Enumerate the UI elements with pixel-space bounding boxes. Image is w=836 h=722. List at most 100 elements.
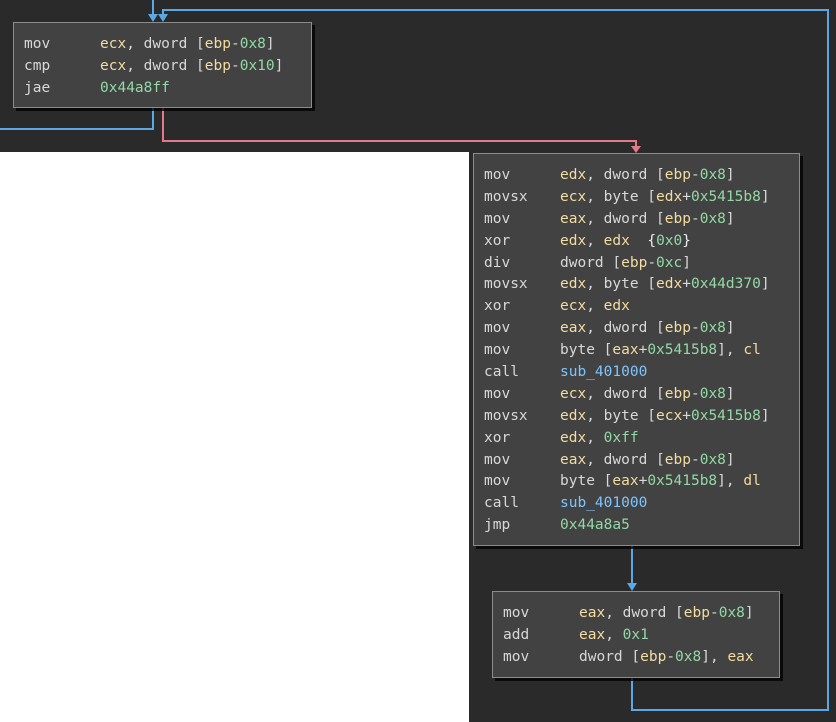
register-token: ebp xyxy=(664,167,691,183)
immediate-token: 0x5415b8 xyxy=(690,188,761,205)
operands: ecx, byte [edx+0x5415b8] xyxy=(560,187,770,209)
operand-text: , dword [ xyxy=(126,57,205,74)
instruction-line[interactable]: mov byte [eax+0x5415b8], cl xyxy=(484,340,789,362)
register-token: ecx xyxy=(560,188,587,205)
register-token: eax xyxy=(612,473,639,490)
immediate-token: 0x8 xyxy=(718,605,745,621)
operands: ecx, dword [ebp-0x8] xyxy=(100,34,275,56)
immediate-token: 0x8 xyxy=(675,648,702,665)
register-token: ebp xyxy=(640,648,667,665)
operand-text: , byte [ xyxy=(586,276,657,293)
register-token: eax xyxy=(727,648,754,665)
operand-text: - xyxy=(690,320,700,337)
instruction-line[interactable]: call sub_401000 xyxy=(484,362,789,384)
instruction-line[interactable]: mov eax, dword [ebp-0x8] xyxy=(484,318,789,340)
operand-text: ] xyxy=(265,36,275,52)
register-token: eax xyxy=(560,210,587,227)
mnemonic: mov xyxy=(484,210,511,227)
instruction-line[interactable]: mov ecx, dword [ebp-0x8] xyxy=(484,384,789,406)
operands: edx, edx {0x0} xyxy=(560,231,691,253)
instruction-line[interactable]: xor ecx, edx xyxy=(484,296,789,318)
operand-text: , dword [ xyxy=(586,210,665,227)
operand-text: ] xyxy=(725,451,735,468)
operand-text: - xyxy=(690,210,700,227)
edge-false-branch[interactable] xyxy=(0,106,154,130)
instruction-line[interactable]: mov byte [eax+0x5415b8], dl xyxy=(484,471,789,493)
instruction-line[interactable]: mov ecx, dword [ebp-0x8] xyxy=(24,34,301,56)
instruction-line[interactable]: mov eax, dword [ebp-0x8] xyxy=(503,603,769,625)
operand-text: , xyxy=(586,298,604,315)
mnemonic: xor xyxy=(484,232,511,249)
operands: dword [ebp-0x8], eax xyxy=(579,647,754,669)
operand-text: - xyxy=(647,254,657,271)
instruction-line[interactable]: div dword [ebp-0xc] xyxy=(484,253,789,275)
edge-true-branch[interactable] xyxy=(162,106,637,146)
operand-text: , dword [ xyxy=(586,451,665,468)
register-token: edx xyxy=(560,232,587,249)
instruction-line[interactable]: movsx edx, byte [ecx+0x5415b8] xyxy=(484,406,789,428)
register-token: edx xyxy=(560,429,587,446)
register-token: edx xyxy=(560,167,587,183)
instruction-line[interactable]: mov eax, dword [ebp-0x8] xyxy=(484,450,789,472)
register-token: edx xyxy=(656,188,683,205)
instruction-line[interactable]: jmp 0x44a8a5 xyxy=(484,515,789,537)
register-token: ebp xyxy=(664,210,691,227)
instruction-line[interactable]: cmp ecx, dword [ebp-0x10] xyxy=(24,56,301,78)
operands: eax, dword [ebp-0x8] xyxy=(560,209,735,231)
instruction-line[interactable]: xor edx, edx {0x0} xyxy=(484,231,789,253)
instruction-line[interactable]: mov edx, dword [ebp-0x8] xyxy=(484,165,789,187)
instruction-line[interactable]: mov eax, dword [ebp-0x8] xyxy=(484,209,789,231)
edge-incoming-arrowhead xyxy=(148,14,158,22)
operands: sub_401000 xyxy=(560,493,647,515)
immediate-token: 0xff xyxy=(603,429,639,446)
operand-text: ] xyxy=(760,276,770,293)
register-token: ebp xyxy=(664,320,691,337)
immediate-token: 0x0 xyxy=(656,232,683,249)
symbol-link[interactable]: sub_401000 xyxy=(560,364,647,380)
instruction-line[interactable]: xor edx, 0xff xyxy=(484,428,789,450)
operand-text: - xyxy=(690,451,700,468)
operand-text: , byte [ xyxy=(586,407,657,424)
instruction-line[interactable]: call sub_401000 xyxy=(484,493,789,515)
immediate-token: 0x5415b8 xyxy=(690,407,761,424)
operand-text: , dword [ xyxy=(586,385,665,402)
instruction-line[interactable]: movsx edx, byte [edx+0x44d370] xyxy=(484,274,789,296)
instruction-line[interactable]: mov dword [ebp-0x8], eax xyxy=(503,647,769,669)
operand-text: - xyxy=(709,605,719,621)
register-token: ebp xyxy=(204,36,231,52)
basic-block-loop-body[interactable]: mov edx, dword [ebp-0x8] movsx ecx, byte [e… xyxy=(473,153,800,546)
instruction-line[interactable]: movsx ecx, byte [edx+0x5415b8] xyxy=(484,187,789,209)
immediate-token: 0x10 xyxy=(239,57,275,74)
operand-text: ], xyxy=(717,342,744,359)
immediate-token: 0x44a8ff xyxy=(100,79,170,96)
basic-block-loop-increment[interactable]: mov eax, dword [ebp-0x8] add eax, 0x1 mov dwo… xyxy=(492,591,780,678)
mnemonic: cmp xyxy=(24,57,51,74)
register-token: eax xyxy=(560,320,587,337)
immediate-token: 0x5415b8 xyxy=(647,342,718,359)
operands: edx, byte [ecx+0x5415b8] xyxy=(560,406,770,428)
operands: eax, dword [ebp-0x8] xyxy=(560,450,735,472)
instruction-line[interactable]: jae 0x44a8ff xyxy=(24,78,301,100)
edge-true-arrowhead xyxy=(631,146,641,153)
mnemonic: jae xyxy=(24,79,51,96)
register-token: eax xyxy=(579,605,606,621)
operands: eax, 0x1 xyxy=(579,625,649,647)
operand-text: - xyxy=(690,167,700,183)
basic-block-loop-header[interactable]: mov ecx, dword [ebp-0x8] cmp ecx, dword [eb… xyxy=(13,22,312,108)
operand-text: , byte [ xyxy=(586,188,657,205)
mnemonic: movsx xyxy=(484,188,528,205)
register-token: edx xyxy=(656,276,683,293)
operand-text: - xyxy=(230,36,240,52)
register-token: cl xyxy=(743,342,761,359)
register-token: ecx xyxy=(100,36,127,52)
operand-text: ] xyxy=(682,254,691,271)
operands: eax, dword [ebp-0x8] xyxy=(560,318,735,340)
operands: ecx, edx xyxy=(560,296,630,318)
instruction-line[interactable]: add eax, 0x1 xyxy=(503,625,769,647)
operand-text: ], xyxy=(701,648,728,665)
register-token: ebp xyxy=(204,57,231,74)
register-token: eax xyxy=(612,342,639,359)
operand-text: byte [ xyxy=(560,473,613,490)
mnemonic: mov xyxy=(484,320,511,337)
symbol-link[interactable]: sub_401000 xyxy=(560,495,647,511)
